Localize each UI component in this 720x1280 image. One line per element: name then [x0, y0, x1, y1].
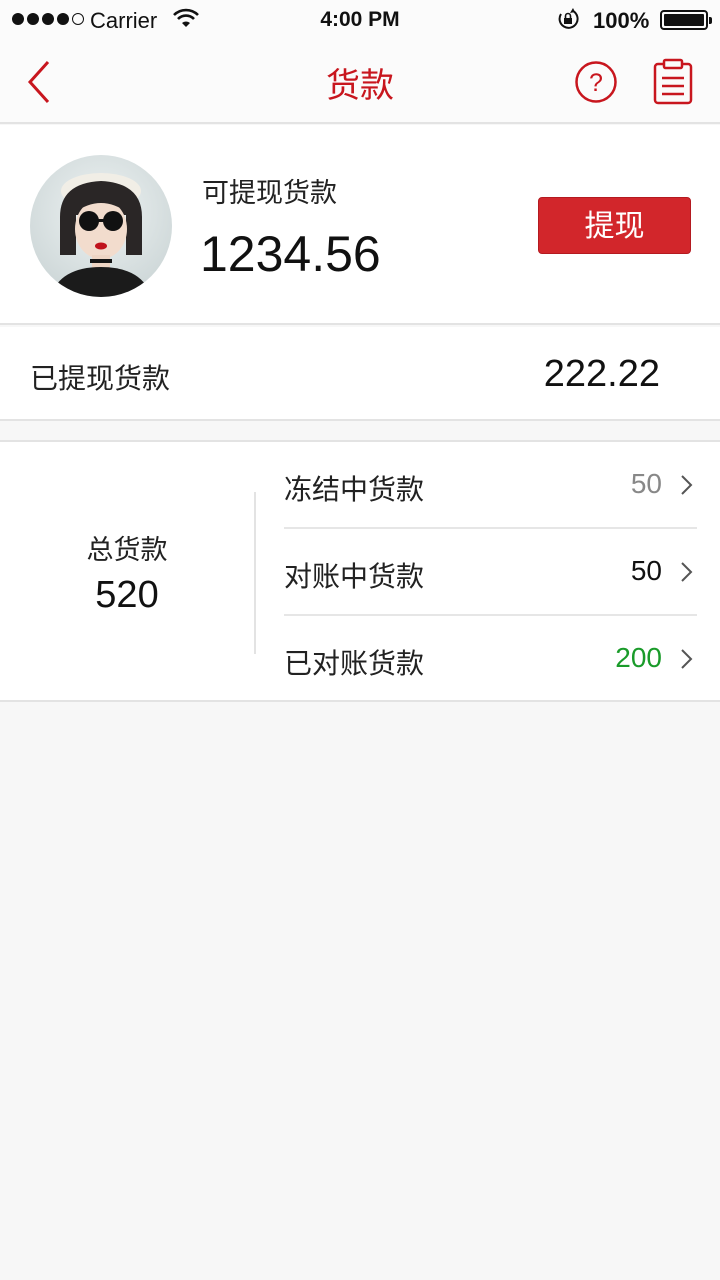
row-value: 50 — [630, 555, 662, 586]
vertical-divider — [254, 492, 256, 654]
reconciling-amount-row[interactable]: 对账中货款 50 — [284, 529, 720, 615]
question-circle-icon: ? — [575, 61, 617, 103]
withdrawn-amount-row: 已提现货款 222.22 — [0, 327, 720, 421]
status-bar: Carrier 4:00 PM 100% — [0, 0, 720, 40]
orientation-lock-icon — [557, 8, 579, 36]
row-label: 冻结中货款 — [284, 473, 425, 506]
avatar[interactable] — [30, 155, 172, 297]
chevron-right-icon — [681, 562, 693, 582]
available-amount-label: 可提现货款 — [202, 178, 337, 209]
frozen-amount-row[interactable]: 冻结中货款 50 — [284, 442, 720, 528]
reconciled-amount-row[interactable]: 已对账货款 200 — [284, 616, 720, 702]
svg-text:?: ? — [589, 69, 603, 97]
row-label: 对账中货款 — [284, 560, 425, 593]
withdrawn-amount-label: 已提现货款 — [30, 362, 171, 395]
chevron-right-icon — [681, 649, 693, 669]
withdraw-button[interactable]: 提现 — [538, 197, 691, 254]
row-value: 50 — [630, 468, 662, 499]
navigation-bar: 货款 ? — [0, 40, 720, 124]
total-amount-value: 520 — [95, 574, 159, 616]
withdrawn-amount-value: 222.22 — [543, 353, 660, 395]
total-amount-section: 总货款 520 冻结中货款 50 对账中货款 50 已对账货款 200 — [0, 440, 720, 702]
chevron-right-icon — [681, 475, 693, 495]
total-amount-label: 总货款 — [86, 535, 168, 566]
row-label: 已对账货款 — [284, 647, 425, 680]
battery-percentage: 100% — [593, 8, 650, 33]
battery-icon — [660, 10, 712, 30]
clipboard-icon — [653, 58, 693, 105]
available-balance-card: 可提现货款 1234.56 提现 — [0, 125, 720, 325]
available-amount-value: 1234.56 — [200, 226, 381, 282]
row-value: 200 — [615, 642, 662, 673]
records-button[interactable] — [652, 58, 694, 106]
help-button[interactable]: ? — [574, 60, 618, 104]
